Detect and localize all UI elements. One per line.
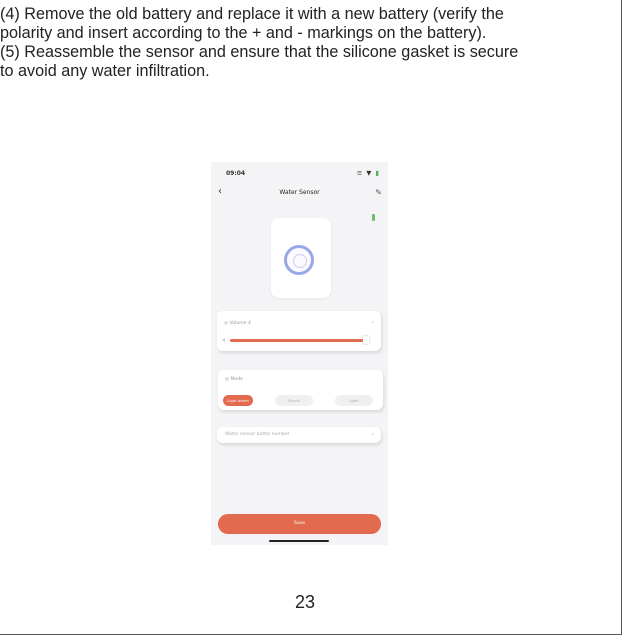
status-time: 09:04 — [226, 170, 246, 177]
instructions-text: (4) Remove the old battery and replace i… — [0, 5, 610, 81]
instruction-line: (5) Reassemble the sensor and ensure tha… — [0, 43, 519, 61]
volume-card[interactable]: ◎ Volume 4 › ◁ — [217, 311, 381, 351]
nav-bar: ‹ Water Sensor ✎ — [211, 186, 388, 201]
instruction-line: to avoid any water infiltration. — [0, 62, 210, 80]
status-bar: 09:04 ≡ ▼ ▮ — [221, 169, 380, 180]
mode-label: ◎ Mode — [225, 377, 243, 382]
device-image-card — [271, 218, 331, 298]
mode-option-sound[interactable]: Sound — [275, 395, 313, 406]
volume-slider-thumb[interactable] — [363, 336, 369, 344]
chevron-right-icon: › — [371, 431, 374, 438]
sensor-detail-row[interactable]: Water sensor battle number › — [217, 427, 381, 443]
volume-slider-track[interactable] — [230, 339, 363, 342]
edit-icon[interactable]: ✎ — [375, 188, 382, 197]
home-indicator — [269, 540, 329, 542]
signal-wifi-icon: ≡ ▼ — [356, 169, 373, 177]
mode-option-light[interactable]: Light — [335, 395, 373, 406]
instruction-line: polarity and insert according to the + a… — [0, 24, 487, 42]
page-number: 23 — [294, 592, 316, 612]
mode-option-light-alarm[interactable]: Light alarm — [223, 395, 253, 406]
device-battery-icon — [372, 214, 375, 221]
volume-label: ◎ Volume 4 — [224, 321, 251, 326]
instruction-line: (4) Remove the old battery and replace i… — [0, 5, 504, 23]
screen-title: Water Sensor — [279, 189, 320, 196]
battery-icon: ▮ — [375, 169, 380, 177]
app-screenshot: 09:04 ≡ ▼ ▮ ‹ Water Sensor ✎ ◎ Volume 4 … — [211, 162, 388, 545]
save-button[interactable]: Save — [218, 514, 381, 534]
chevron-right-icon: › — [371, 319, 374, 326]
status-icons: ≡ ▼ ▮ — [357, 169, 380, 177]
water-sensor-icon — [284, 245, 314, 275]
speaker-icon: ◁ — [222, 337, 226, 342]
mode-card: ◎ Mode Light alarm Sound Light — [218, 370, 383, 410]
sensor-detail-label: Water sensor battle number — [225, 432, 290, 437]
